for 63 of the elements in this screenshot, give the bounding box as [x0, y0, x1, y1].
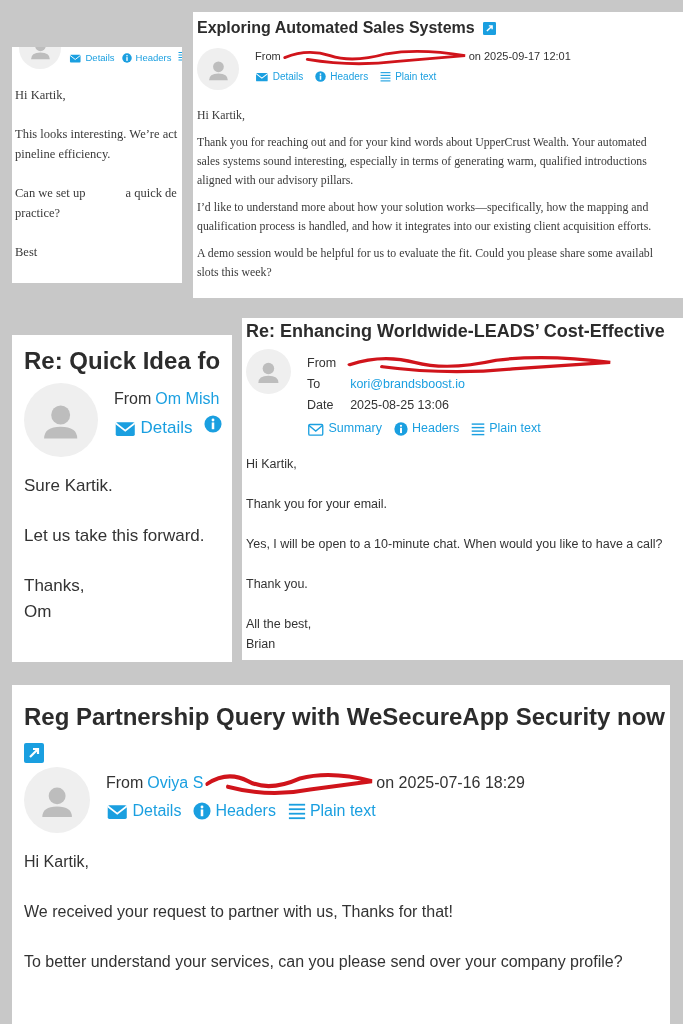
header-action-link[interactable]: Headers [121, 51, 172, 66]
info-icon [193, 802, 212, 820]
message-paragraph: This looks interesting. We’re act pineline efficiency. [15, 126, 179, 163]
from-label: From [114, 389, 152, 409]
message-paragraph: Best [15, 244, 39, 261]
message-paragraph: Sure Kartik. [24, 475, 114, 497]
message-paragraph: Hi Kartik, [197, 107, 246, 124]
header-action-link[interactable]: Headers [315, 68, 369, 84]
field-label: From [307, 356, 337, 370]
field-value: 2025-08-25 13:06 [350, 397, 449, 412]
message-paragraph: Hi Kartik, [24, 852, 90, 872]
list-icon [471, 421, 486, 436]
field-label: Date [307, 397, 334, 412]
list-icon [287, 802, 306, 820]
header-action-link[interactable]: Summary [307, 419, 382, 438]
from-label: From [255, 49, 281, 64]
message-paragraph: Hi Kartik, [15, 87, 67, 104]
message-paragraph: A demo session would be helpful for us to evaluate the fit. Could you please share some availabl slots this week? [197, 245, 655, 281]
email-subject: Re: Enhancing Worldwide-LEADS’ Cost-Effective [246, 320, 665, 343]
header-action-link[interactable]: Headers [394, 419, 460, 438]
header-action-link[interactable]: Details [255, 68, 304, 84]
email-subject: Exploring Automated Sales Systems [197, 18, 475, 38]
envelope-icon [255, 70, 269, 82]
message-paragraph: We received your request to partner with us, Thanks for that! [24, 902, 454, 922]
message-paragraph: To better understand your services, can you please send over your company profile? [24, 952, 624, 972]
info-icon [315, 70, 327, 82]
email-subject: Re: Quick Idea fo [24, 346, 221, 376]
envelope-icon [307, 421, 325, 436]
sender-link[interactable]: Om Mish [155, 387, 220, 411]
envelope-icon [69, 53, 82, 64]
message-paragraph: Can we set up a quick de practice? [15, 185, 178, 222]
info-icon [394, 421, 408, 436]
header-action-link[interactable]: Details [69, 51, 115, 66]
message-paragraph: Thanks, Om [24, 575, 86, 623]
message-paragraph: I’d like to understand more about how your solution works—specifically, how the mapping and qualification process is handled, and how it integrates into our existing client acquisition efforts. [197, 199, 653, 235]
external-link-icon[interactable] [24, 743, 44, 763]
list-icon [380, 70, 392, 82]
avatar [246, 349, 291, 394]
email-link[interactable]: kori@brandsboost.io [350, 376, 465, 391]
message-paragraph: Thank you for your email. [246, 496, 389, 513]
email-subject: Reg Partnership Query with WeSecureApp Security now [24, 702, 666, 732]
header-action-link[interactable]: Plain text [380, 68, 437, 84]
sent-date: on 2025-09-17 12:01 [468, 49, 571, 64]
header-action-link[interactable]: Plain text [287, 799, 376, 823]
message-paragraph: Thank you for reaching out and for your kind words about UpperCrust Wealth. Your automated sales systems sound interesting, especially in terms of generating warm, qualified introductions aligned with our advisory pillars. [197, 134, 648, 189]
message-paragraph: Yes, I will be open to a 10-minute chat. When would you like to have a call? [246, 536, 664, 553]
info-icon[interactable] [204, 415, 223, 433]
external-link-icon[interactable] [482, 21, 496, 35]
avatar [197, 48, 239, 90]
field-label: To [307, 376, 321, 391]
sent-date: on 2025-07-16 18:29 [376, 773, 525, 793]
sender-link[interactable]: Oviya S [147, 771, 204, 795]
from-label: From [106, 773, 144, 793]
message-paragraph: Thank you. [246, 576, 309, 593]
header-action-link[interactable]: Details [106, 799, 182, 823]
message-paragraph: Let us take this forward. [24, 525, 206, 547]
info-icon [121, 53, 132, 64]
envelope-icon [106, 802, 129, 820]
header-action-link[interactable]: Headers [193, 799, 276, 823]
message-paragraph: All the best, Brian [246, 616, 313, 653]
message-paragraph: Hi Kartik, [246, 456, 298, 473]
header-action-link[interactable]: Details [114, 415, 193, 441]
header-action-link[interactable]: Plain text [471, 419, 541, 438]
